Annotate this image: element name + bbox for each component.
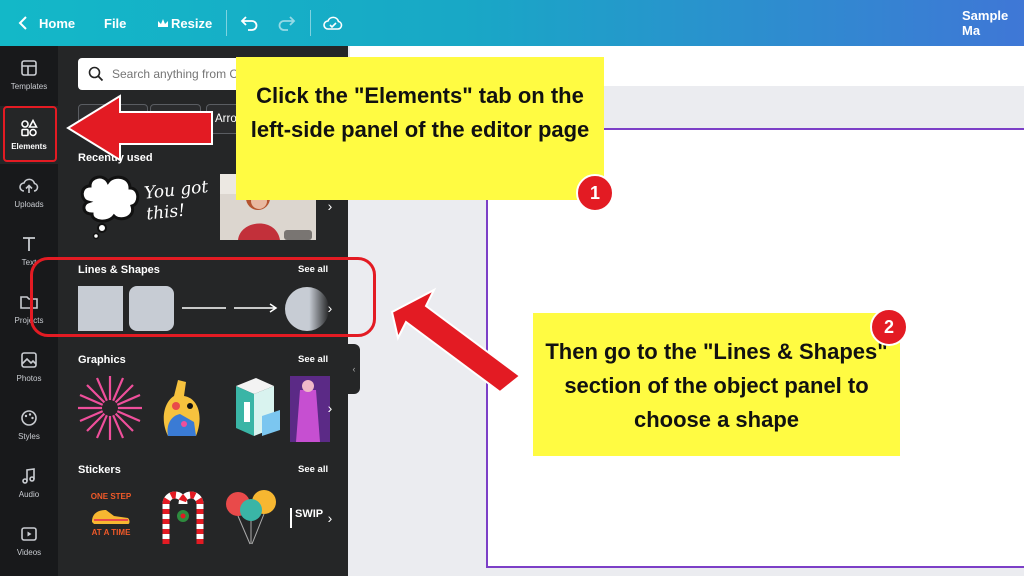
top-bar: Home File Resize Sample Ma: [0, 0, 1024, 46]
chip-christmas[interactable]: Christmas: [78, 104, 148, 134]
home-button[interactable]: Home: [39, 0, 75, 46]
stickers-title: Stickers: [78, 464, 121, 476]
audio-icon: [22, 468, 35, 484]
rail-label: Videos: [16, 548, 42, 557]
rail-label: Audio: [18, 490, 40, 499]
you-got-this-thumb[interactable]: You got this!: [143, 177, 219, 242]
photos-icon: [21, 352, 37, 368]
recently-used-title: Recently used: [78, 152, 153, 164]
chevron-left-icon[interactable]: [12, 12, 34, 34]
isometric-letter-graphic-thumb[interactable]: [222, 376, 284, 442]
rail-label: Templates: [10, 82, 48, 91]
lines-shapes-highlight: [30, 257, 376, 337]
rail-item-styles[interactable]: Styles: [0, 396, 58, 454]
chip-frame[interactable]: Frame: [150, 104, 202, 134]
redo-icon[interactable]: [276, 12, 298, 34]
step-1-callout: Click the "Elements" tab on the left-sid…: [236, 57, 604, 200]
text-icon: [23, 237, 35, 251]
starburst-graphic-thumb[interactable]: [76, 374, 144, 442]
sneaker-icon: [92, 510, 130, 524]
rail-item-templates[interactable]: Templates: [0, 46, 58, 104]
step-2-badge: 2: [870, 308, 908, 346]
chevron-right-icon[interactable]: ›: [320, 388, 340, 428]
chevron-right-icon[interactable]: ›: [320, 498, 340, 538]
styles-icon: [21, 410, 37, 426]
toolbar-divider: [310, 10, 311, 36]
rail-item-audio[interactable]: Audio: [0, 454, 58, 512]
cloud-saved-icon[interactable]: [322, 12, 344, 34]
sticker-text: ONE STEP: [90, 492, 132, 501]
elements-tab-highlight: [3, 106, 57, 162]
colorful-hand-graphic-thumb[interactable]: [154, 376, 210, 442]
search-icon: [88, 66, 104, 82]
rail-label: Styles: [18, 432, 40, 441]
rail-item-uploads[interactable]: Uploads: [0, 164, 58, 222]
document-title[interactable]: Sample Ma: [962, 0, 1024, 46]
sticker-text: AT A TIME: [91, 528, 131, 537]
file-menu-button[interactable]: File: [104, 0, 126, 46]
rail-label: Photos: [16, 374, 42, 383]
rail-item-photos[interactable]: Photos: [0, 338, 58, 396]
rail-item-videos[interactable]: Videos: [0, 512, 58, 570]
resize-button[interactable]: Resize: [171, 0, 212, 46]
balloons-sticker-thumb[interactable]: [220, 486, 282, 548]
undo-icon[interactable]: [238, 12, 260, 34]
collapse-panel-button[interactable]: ‹: [348, 344, 360, 394]
uploads-icon: [19, 178, 39, 193]
candy-cane-sticker-thumb[interactable]: [152, 486, 216, 548]
cloud-thought-bubble-thumb[interactable]: [78, 172, 142, 242]
step-2-callout: Then go to the "Lines & Shapes" section …: [533, 313, 900, 456]
videos-icon: [21, 527, 37, 541]
templates-icon: [21, 60, 37, 76]
graphics-see-all[interactable]: See all: [298, 354, 328, 365]
rail-label: Uploads: [14, 200, 44, 209]
step-1-badge: 1: [576, 174, 614, 212]
toolbar-divider: [226, 10, 227, 36]
graphics-title: Graphics: [78, 354, 126, 366]
one-step-sticker-thumb[interactable]: ONE STEP AT A TIME: [78, 490, 144, 542]
stickers-see-all[interactable]: See all: [298, 464, 328, 475]
